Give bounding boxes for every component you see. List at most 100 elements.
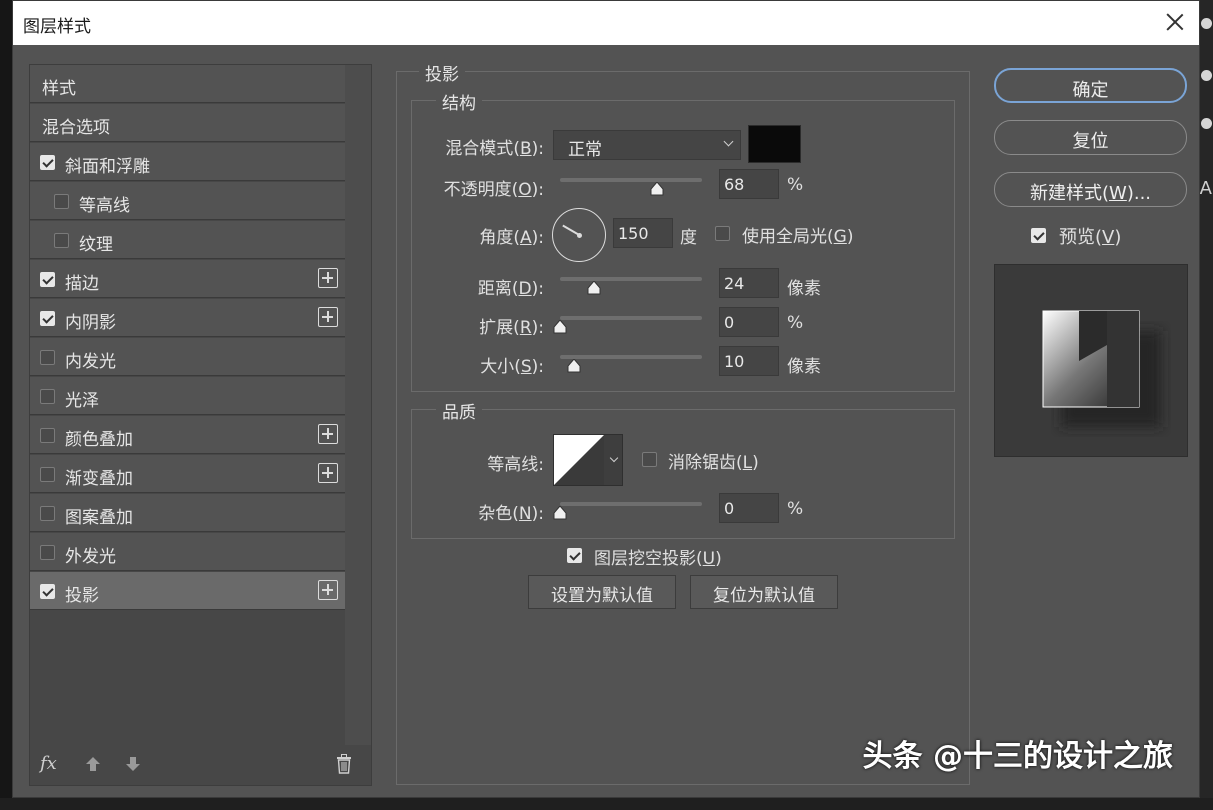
global-light-checkbox[interactable] (715, 226, 730, 241)
noise-label: 杂色(N): (478, 504, 544, 524)
angle-input[interactable]: 150 (613, 218, 673, 248)
styles-list: 样式混合选项斜面和浮雕等高线纹理描边内阴影内发光光泽颜色叠加渐变叠加图案叠加外发… (29, 64, 372, 786)
spread-unit: % (787, 313, 804, 333)
make-default-button[interactable]: 设置为默认值 (528, 575, 676, 609)
style-list-item-label: 纹理 (79, 235, 113, 255)
style-list-item[interactable]: 光泽 (30, 377, 346, 415)
style-checkbox[interactable] (40, 467, 55, 482)
style-checkbox[interactable] (40, 155, 55, 170)
panel-icon[interactable] (1201, 70, 1212, 81)
reset-button[interactable]: 复位 (994, 120, 1187, 155)
reset-default-button[interactable]: 复位为默认值 (690, 575, 838, 609)
quality-group: 品质 等高线: 消除锯齿(L) 杂色(N): 0 % (411, 398, 955, 539)
add-style-icon[interactable] (318, 580, 338, 600)
distance-slider[interactable] (560, 277, 702, 295)
ok-button[interactable]: 确定 (994, 68, 1187, 103)
style-checkbox[interactable] (40, 389, 55, 404)
opacity-input[interactable]: 68 (719, 169, 779, 199)
style-list-item-label: 光泽 (65, 391, 99, 411)
style-checkbox[interactable] (40, 311, 55, 326)
dialog-title: 图层样式 (23, 17, 91, 37)
style-list-item-label: 内阴影 (65, 313, 116, 333)
style-list-item-label: 颜色叠加 (65, 430, 133, 450)
size-slider[interactable] (560, 355, 702, 373)
style-list-item[interactable]: 纹理 (30, 221, 346, 259)
add-style-icon[interactable] (318, 307, 338, 327)
style-checkbox[interactable] (54, 233, 69, 248)
style-list-item[interactable]: 内阴影 (30, 299, 346, 337)
panel-icon[interactable] (1201, 18, 1212, 29)
style-list-item[interactable]: 样式 (30, 65, 346, 103)
style-checkbox[interactable] (40, 545, 55, 560)
style-list-item[interactable]: 颜色叠加 (30, 416, 346, 454)
noise-input[interactable]: 0 (719, 493, 779, 523)
distance-input[interactable]: 24 (719, 268, 779, 298)
trash-icon[interactable] (336, 754, 352, 774)
spread-label: 扩展(R): (479, 318, 544, 338)
style-list-item[interactable]: 混合选项 (30, 104, 346, 142)
opacity-label: 不透明度(O): (443, 180, 544, 200)
style-list-item-label: 斜面和浮雕 (65, 157, 150, 177)
style-list-item[interactable]: 投影 (30, 572, 346, 610)
contour-label: 等高线: (487, 455, 544, 475)
noise-slider-thumb[interactable] (553, 506, 567, 520)
style-list-item-label: 外发光 (65, 547, 116, 567)
move-up-icon[interactable] (84, 755, 102, 773)
spread-input[interactable]: 0 (719, 307, 779, 337)
shadow-color-swatch[interactable] (748, 125, 801, 163)
panel-icon[interactable] (1201, 118, 1212, 129)
size-input[interactable]: 10 (719, 346, 779, 376)
style-list-item-label: 渐变叠加 (65, 469, 133, 489)
style-list-item-label: 等高线 (79, 196, 130, 216)
noise-slider[interactable] (553, 502, 702, 520)
quality-title: 品质 (436, 398, 482, 423)
style-checkbox[interactable] (40, 506, 55, 521)
angle-dial[interactable] (552, 208, 606, 262)
anti-alias-checkbox[interactable] (642, 452, 657, 467)
blend-mode-select[interactable]: 正常 (553, 130, 741, 160)
styles-list-footer: fx (30, 741, 371, 785)
style-checkbox[interactable] (40, 350, 55, 365)
style-checkbox[interactable] (40, 428, 55, 443)
style-checkbox[interactable] (40, 584, 55, 599)
style-list-item[interactable]: 描边 (30, 260, 346, 298)
knockout-label: 图层挖空投影(U) (594, 549, 722, 569)
contour-preview-icon (554, 435, 604, 485)
opacity-slider[interactable] (560, 178, 702, 196)
style-list-item[interactable]: 内发光 (30, 338, 346, 376)
add-style-icon[interactable] (318, 463, 338, 483)
distance-slider-thumb[interactable] (587, 281, 601, 295)
spread-slider[interactable] (553, 316, 702, 334)
app-background-bottom (0, 798, 1213, 810)
close-icon[interactable] (1163, 10, 1187, 34)
style-list-item[interactable]: 等高线 (30, 182, 346, 220)
distance-label: 距离(D): (477, 279, 544, 299)
move-down-icon[interactable] (124, 755, 142, 773)
knockout-checkbox[interactable] (567, 548, 582, 563)
style-list-item[interactable]: 斜面和浮雕 (30, 143, 346, 181)
noise-unit: % (787, 499, 804, 519)
styles-list-scrollbar[interactable] (345, 65, 371, 745)
style-list-item-label: 混合选项 (42, 118, 110, 138)
structure-title: 结构 (436, 89, 482, 114)
spread-slider-thumb[interactable] (553, 320, 567, 334)
contour-picker[interactable] (553, 434, 623, 486)
size-slider-thumb[interactable] (567, 359, 581, 373)
preview-label: 预览(V) (1059, 227, 1122, 248)
preview-checkbox[interactable] (1031, 228, 1046, 243)
angle-dial-center (577, 233, 582, 238)
title-bar: 图层样式 (13, 1, 1199, 45)
new-style-button[interactable]: 新建样式(W)... (994, 172, 1187, 207)
fx-button[interactable]: fx (40, 753, 57, 774)
style-list-item[interactable]: 外发光 (30, 533, 346, 571)
size-unit: 像素 (787, 357, 821, 377)
style-list-item[interactable]: 渐变叠加 (30, 455, 346, 493)
add-style-icon[interactable] (318, 424, 338, 444)
style-list-item[interactable]: 图案叠加 (30, 494, 346, 532)
style-checkbox[interactable] (54, 194, 69, 209)
opacity-slider-thumb[interactable] (650, 182, 664, 196)
add-style-icon[interactable] (318, 268, 338, 288)
style-preview (994, 264, 1188, 457)
style-checkbox[interactable] (40, 272, 55, 287)
global-light-label: 使用全局光(G) (742, 227, 854, 247)
